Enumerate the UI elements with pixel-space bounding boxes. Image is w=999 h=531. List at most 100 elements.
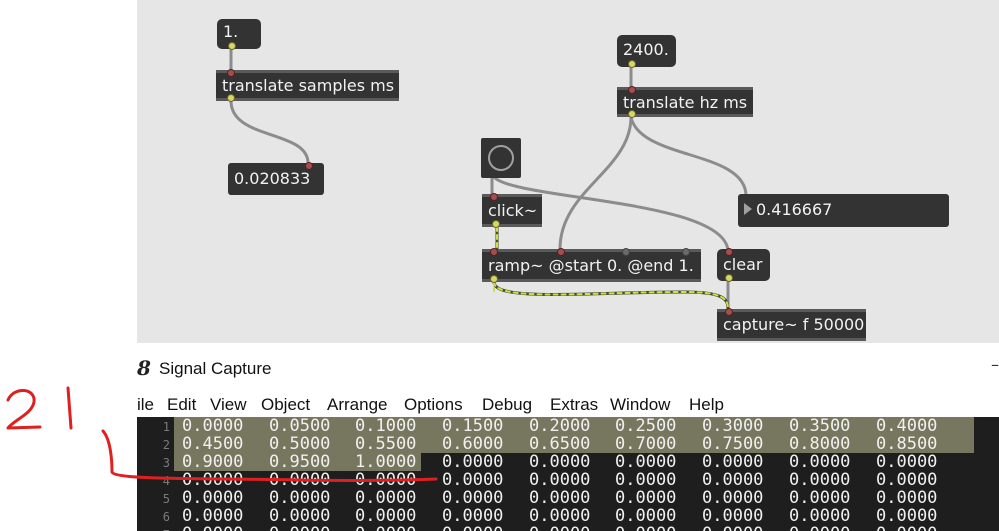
table-cell[interactable]: 0.9000 (182, 453, 243, 471)
table-cell[interactable]: 0.2000 (529, 417, 590, 435)
menu-extras[interactable]: Extras (550, 395, 598, 415)
table-cell[interactable]: 0.0000 (442, 471, 503, 489)
table-cell[interactable]: 0.0000 (876, 525, 937, 531)
menu-debug[interactable]: Debug (482, 395, 532, 415)
table-cell[interactable]: 0.0000 (529, 507, 590, 525)
menu-object[interactable]: Object (261, 395, 310, 415)
table-cell[interactable]: 0.0000 (789, 471, 850, 489)
table-cell[interactable]: 0.0000 (615, 453, 676, 471)
table-cell[interactable]: 0.3500 (789, 417, 850, 435)
capture-data-table[interactable]: 1 0.0000 0.0500 0.1000 0.1500 0.2000 0.2500 0.3… (137, 417, 999, 531)
table-cell[interactable]: 0.7000 (615, 435, 676, 453)
table-cell[interactable]: 0.0000 (442, 525, 503, 531)
outlet[interactable] (628, 110, 636, 118)
table-cell[interactable]: 0.0000 (355, 507, 416, 525)
table-cell[interactable]: 0.0000 (702, 507, 763, 525)
table-cell[interactable]: 1.0000 (355, 453, 416, 471)
bang-circle-icon[interactable] (488, 145, 514, 171)
table-cell[interactable]: 0.0000 (529, 489, 590, 507)
table-cell[interactable]: 0.0000 (615, 471, 676, 489)
capture-object[interactable]: capture~ f 50000 (717, 308, 866, 341)
outlet[interactable] (492, 220, 500, 228)
number-box-samples-result[interactable]: 0.020833 (228, 162, 324, 195)
menu-view[interactable]: View (210, 395, 247, 415)
table-cell[interactable]: 0.0000 (702, 489, 763, 507)
outlet[interactable] (725, 274, 733, 282)
table-cell[interactable]: 0.0000 (702, 471, 763, 489)
table-cell[interactable]: 0.0000 (182, 489, 243, 507)
table-cell[interactable]: 0.0500 (269, 417, 330, 435)
table-cell[interactable]: 0.5000 (269, 435, 330, 453)
minimize-icon[interactable]: – (991, 355, 999, 374)
table-cell[interactable]: 0.0000 (182, 417, 243, 435)
table-cell[interactable]: 0.0000 (442, 489, 503, 507)
table-cell[interactable]: 0.0000 (529, 525, 590, 531)
table-cell[interactable]: 0.4000 (876, 417, 937, 435)
table-cell[interactable]: 0.0000 (702, 525, 763, 531)
table-cell[interactable]: 0.0000 (876, 453, 937, 471)
table-cell[interactable]: 0.0000 (529, 453, 590, 471)
table-cell[interactable]: 0.0000 (182, 525, 243, 531)
message-box-1[interactable]: 1. (217, 19, 261, 50)
menu-edit[interactable]: Edit (167, 395, 196, 415)
table-cell[interactable]: 0.0000 (355, 489, 416, 507)
table-cell[interactable]: 0.6500 (529, 435, 590, 453)
inlet[interactable] (490, 248, 498, 256)
table-cell[interactable]: 0.0000 (615, 525, 676, 531)
table-cell[interactable]: 0.0000 (355, 471, 416, 489)
translate-hz-object[interactable]: translate hz ms (617, 86, 753, 118)
outlet[interactable] (228, 42, 236, 50)
table-cell[interactable]: 0.9500 (269, 453, 330, 471)
table-cell[interactable]: 0.0000 (615, 507, 676, 525)
outlet[interactable] (490, 275, 498, 283)
menu-help[interactable]: Help (689, 395, 724, 415)
table-cell[interactable]: 0.1000 (355, 417, 416, 435)
table-cell[interactable]: 0.6000 (442, 435, 503, 453)
table-cell[interactable]: 0.0000 (529, 471, 590, 489)
table-cell[interactable]: 0.8500 (876, 435, 937, 453)
table-cell[interactable]: 0.0000 (182, 507, 243, 525)
click-object[interactable]: click~ (482, 193, 542, 228)
inlet[interactable] (490, 193, 498, 201)
table-cell[interactable]: 0.2500 (615, 417, 676, 435)
table-cell[interactable]: 0.0000 (442, 507, 503, 525)
table-cell[interactable]: 0.0000 (182, 471, 243, 489)
table-cell[interactable]: 0.0000 (876, 471, 937, 489)
table-cell[interactable]: 0.0000 (269, 525, 330, 531)
window-titlebar[interactable]: 8 Signal Capture – (137, 343, 999, 391)
table-cell[interactable]: 0.0000 (702, 453, 763, 471)
message-box-clear[interactable]: clear (717, 248, 770, 282)
menu-file[interactable]: ile (137, 395, 154, 415)
table-cell[interactable]: 0.0000 (355, 525, 416, 531)
table-cell[interactable]: 0.0000 (876, 507, 937, 525)
outlet[interactable] (628, 60, 636, 68)
menu-window[interactable]: Window (610, 395, 670, 415)
table-cell[interactable]: 0.0000 (615, 489, 676, 507)
table-cell[interactable]: 0.0000 (789, 525, 850, 531)
ramp-object[interactable]: ramp~ @start 0. @end 1. (482, 248, 701, 283)
inlet[interactable] (557, 248, 565, 256)
table-cell[interactable]: 0.0000 (269, 489, 330, 507)
outlet[interactable] (227, 94, 235, 102)
translate-samples-object[interactable]: translate samples ms (216, 69, 399, 102)
menu-options[interactable]: Options (404, 395, 463, 415)
table-cell[interactable]: 0.0000 (876, 489, 937, 507)
inlet[interactable] (682, 248, 690, 256)
table-cell[interactable]: 0.8000 (789, 435, 850, 453)
table-cell[interactable]: 0.0000 (442, 453, 503, 471)
inlet[interactable] (622, 248, 630, 256)
table-cell[interactable]: 0.7500 (702, 435, 763, 453)
message-box-2400[interactable]: 2400. (617, 35, 676, 68)
menu-arrange[interactable]: Arrange (327, 395, 387, 415)
table-cell[interactable]: 0.0000 (789, 507, 850, 525)
table-cell[interactable]: 0.4500 (182, 435, 243, 453)
number-box-hz-result[interactable]: 0.416667 (738, 194, 949, 227)
table-cell[interactable]: 0.0000 (269, 471, 330, 489)
table-cell[interactable]: 0.5500 (355, 435, 416, 453)
table-cell[interactable]: 0.0000 (789, 489, 850, 507)
table-cell[interactable]: 0.3000 (702, 417, 763, 435)
table-cell[interactable]: 0.0000 (269, 507, 330, 525)
bang-button[interactable] (481, 138, 521, 178)
table-cell[interactable]: 0.0000 (789, 453, 850, 471)
table-cell[interactable]: 0.1500 (442, 417, 503, 435)
